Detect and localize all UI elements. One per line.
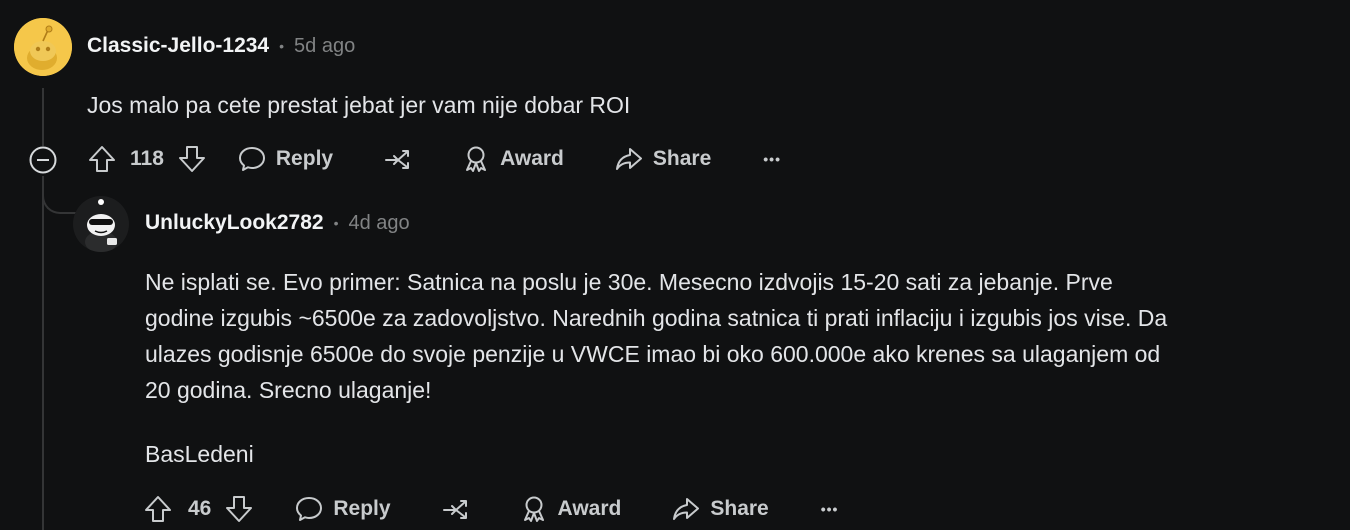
reply-signature: BasLedeni <box>145 441 254 467</box>
reply-icon <box>296 497 323 521</box>
upvote-icon <box>145 496 171 522</box>
reply-author[interactable]: UnluckyLook2782 <box>145 211 324 235</box>
crosspost-button[interactable] <box>383 144 413 174</box>
reply-timestamp[interactable]: 4d ago <box>348 212 409 235</box>
reply-body-line: godine izgubis ~6500e za zadovoljstvo. N… <box>145 305 1168 331</box>
reply-body-line: Ne isplati se. Evo primer: Satnica na po… <box>145 269 1113 295</box>
separator-dot: • <box>333 215 339 231</box>
more-options-icon: ••• <box>763 151 781 167</box>
upvote-button[interactable] <box>87 144 117 174</box>
reply-label: Reply <box>275 147 334 170</box>
reply-body: Ne isplati se. Evo primer: Satnica na po… <box>145 264 1335 408</box>
award-button[interactable]: Award <box>519 494 622 524</box>
share-button[interactable]: Share <box>614 144 711 174</box>
share-icon <box>673 498 700 520</box>
thread-line-main-lower <box>42 176 44 530</box>
downvote-button[interactable] <box>224 494 254 524</box>
award-label: Award <box>557 497 622 520</box>
downvote-icon <box>226 496 253 522</box>
reply-button[interactable]: Reply <box>294 494 391 524</box>
award-button[interactable]: Award <box>461 144 564 174</box>
reply-body-line: ulazes godisnje 6500e do svoje penzije u… <box>145 341 1161 367</box>
award-icon <box>523 496 544 522</box>
upvote-button[interactable] <box>143 494 173 524</box>
share-label: Share <box>652 147 712 170</box>
crosspost-icon <box>385 150 410 169</box>
award-label: Award <box>500 147 564 170</box>
vote-count: 118 <box>130 147 164 170</box>
snoo-avatar-icon <box>73 196 129 252</box>
reply-button[interactable]: Reply <box>237 144 333 174</box>
more-options-icon: ••• <box>820 501 839 517</box>
separator-dot: • <box>279 38 285 54</box>
upvote-icon <box>89 146 115 172</box>
collapse-icon <box>29 146 57 174</box>
comment-body: Jos malo pa cete prestat jebat jer vam n… <box>87 92 631 118</box>
reply-icon <box>238 147 265 171</box>
reply-body-line: 20 godina. Srecno ulaganje! <box>145 377 432 403</box>
downvote-icon <box>178 146 205 172</box>
share-label: Share <box>710 497 769 520</box>
collapse-button[interactable] <box>28 145 58 175</box>
thread-branch-curve <box>42 176 76 214</box>
crosspost-button[interactable] <box>441 494 471 524</box>
award-icon <box>466 146 487 172</box>
snoo-avatar-icon <box>14 18 72 76</box>
share-button[interactable]: Share <box>671 494 769 524</box>
downvote-button[interactable] <box>177 144 207 174</box>
crosspost-icon <box>442 500 467 519</box>
comment-actions: 118 Reply Award Share ••• <box>87 142 781 176</box>
avatar[interactable] <box>14 18 72 76</box>
more-options-button[interactable]: ••• <box>763 151 781 167</box>
comment-author[interactable]: Classic-Jello-1234 <box>87 34 269 58</box>
thread-line-main <box>42 88 44 146</box>
comment-timestamp[interactable]: 5d ago <box>294 35 355 58</box>
more-options-button[interactable]: ••• <box>821 501 839 517</box>
reply-actions: 46 Reply Award Share ••• <box>143 492 838 526</box>
share-icon <box>615 148 642 170</box>
vote-count: 46 <box>188 497 212 520</box>
reply-label: Reply <box>333 497 391 520</box>
avatar[interactable] <box>73 196 129 252</box>
